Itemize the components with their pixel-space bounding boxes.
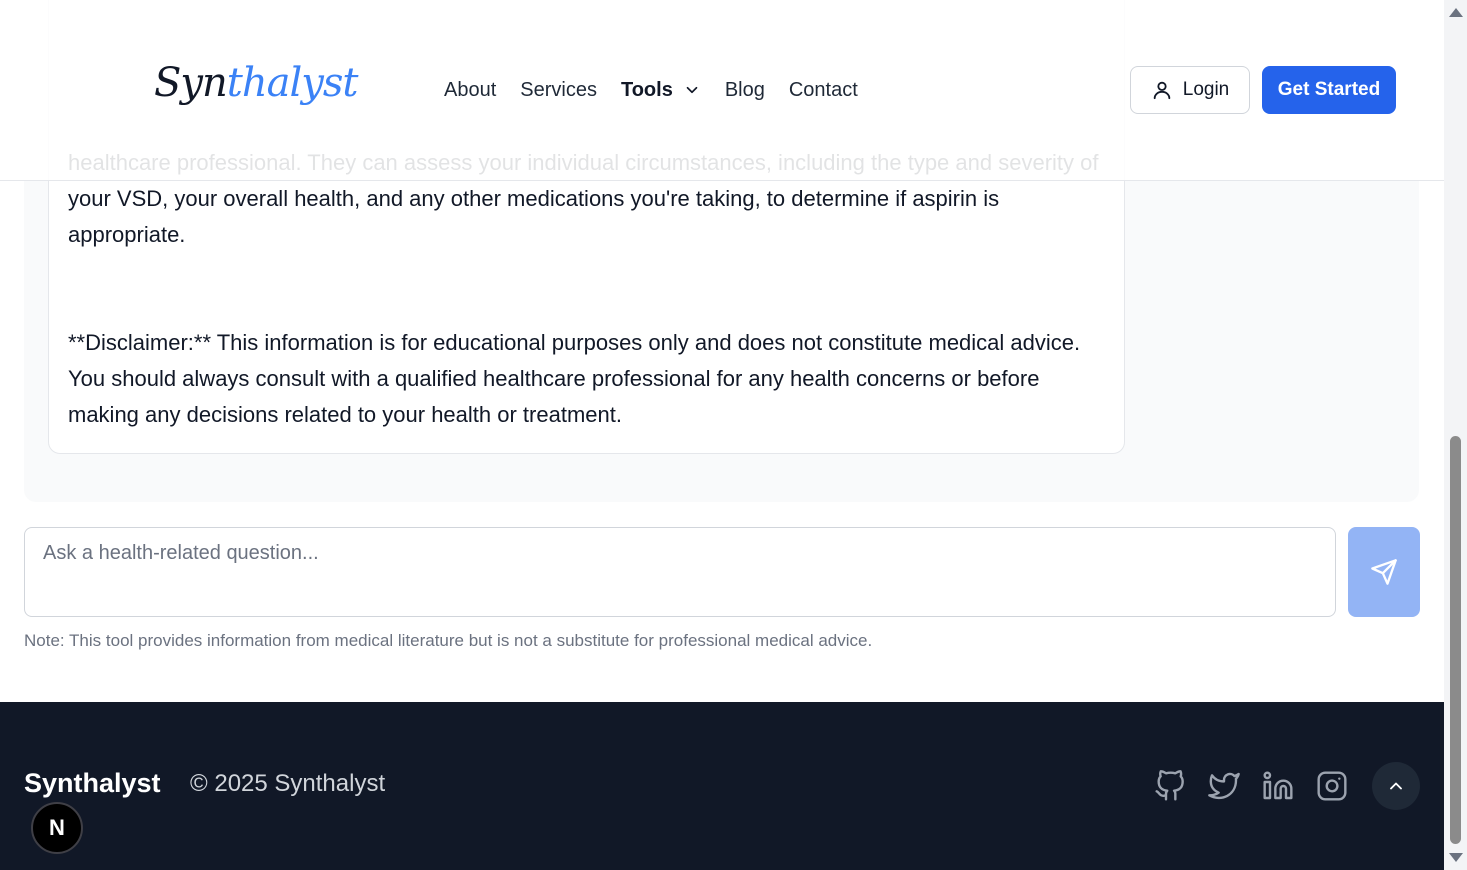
scroll-up-arrow-icon[interactable] bbox=[1449, 8, 1463, 17]
get-started-button[interactable]: Get Started bbox=[1262, 66, 1396, 114]
login-label: Login bbox=[1182, 79, 1230, 100]
main-nav: About Services Tools Blog Contact bbox=[444, 74, 858, 106]
scroll-to-top-button[interactable] bbox=[1372, 762, 1420, 810]
github-icon bbox=[1155, 770, 1184, 801]
linkedin-link[interactable] bbox=[1262, 770, 1294, 802]
chevron-down-icon bbox=[686, 86, 698, 94]
page-viewport: healthcare professional. They can assess… bbox=[0, 0, 1444, 870]
user-icon bbox=[1153, 81, 1170, 100]
nav-services[interactable]: Services bbox=[520, 74, 597, 106]
disclaimer-note: Note: This tool provides information fro… bbox=[24, 631, 873, 650]
linkedin-icon bbox=[1263, 771, 1293, 800]
login-button[interactable]: Login bbox=[1130, 66, 1250, 114]
question-input[interactable] bbox=[24, 527, 1336, 617]
twitter-icon bbox=[1208, 772, 1240, 800]
send-icon bbox=[1371, 559, 1397, 585]
github-link[interactable] bbox=[1154, 770, 1186, 802]
site-header: Synthalyst About Services Tools Blog Con… bbox=[0, 0, 1444, 181]
nav-tools[interactable]: Tools bbox=[621, 74, 701, 106]
send-button[interactable] bbox=[1348, 527, 1420, 617]
scroll-down-arrow-icon[interactable] bbox=[1449, 853, 1463, 862]
dev-tools-badge[interactable]: N bbox=[31, 802, 83, 854]
instagram-link[interactable] bbox=[1316, 770, 1348, 802]
logo-text-accent: thalyst bbox=[226, 60, 359, 106]
page-scrollbar[interactable] bbox=[1444, 0, 1467, 870]
disclaimer-paragraph: **Disclaimer:** This information is for … bbox=[68, 330, 1092, 427]
twitter-link[interactable] bbox=[1208, 770, 1240, 802]
logo-text: Syn bbox=[154, 60, 228, 106]
site-footer: Synthalyst © 2025 Synthalyst bbox=[0, 702, 1444, 870]
instagram-icon bbox=[1317, 771, 1347, 801]
nav-tools-label: Tools bbox=[620, 79, 673, 101]
chevron-up-icon bbox=[1390, 782, 1402, 790]
site-logo[interactable]: Synthalyst bbox=[154, 60, 359, 106]
footer-brand: Synthalyst bbox=[24, 768, 161, 798]
nav-contact[interactable]: Contact bbox=[789, 74, 858, 106]
scrollbar-thumb[interactable] bbox=[1450, 436, 1461, 844]
footer-copyright: © 2025 Synthalyst bbox=[190, 770, 386, 797]
nav-blog[interactable]: Blog bbox=[725, 74, 765, 106]
nav-about[interactable]: About bbox=[444, 74, 496, 106]
